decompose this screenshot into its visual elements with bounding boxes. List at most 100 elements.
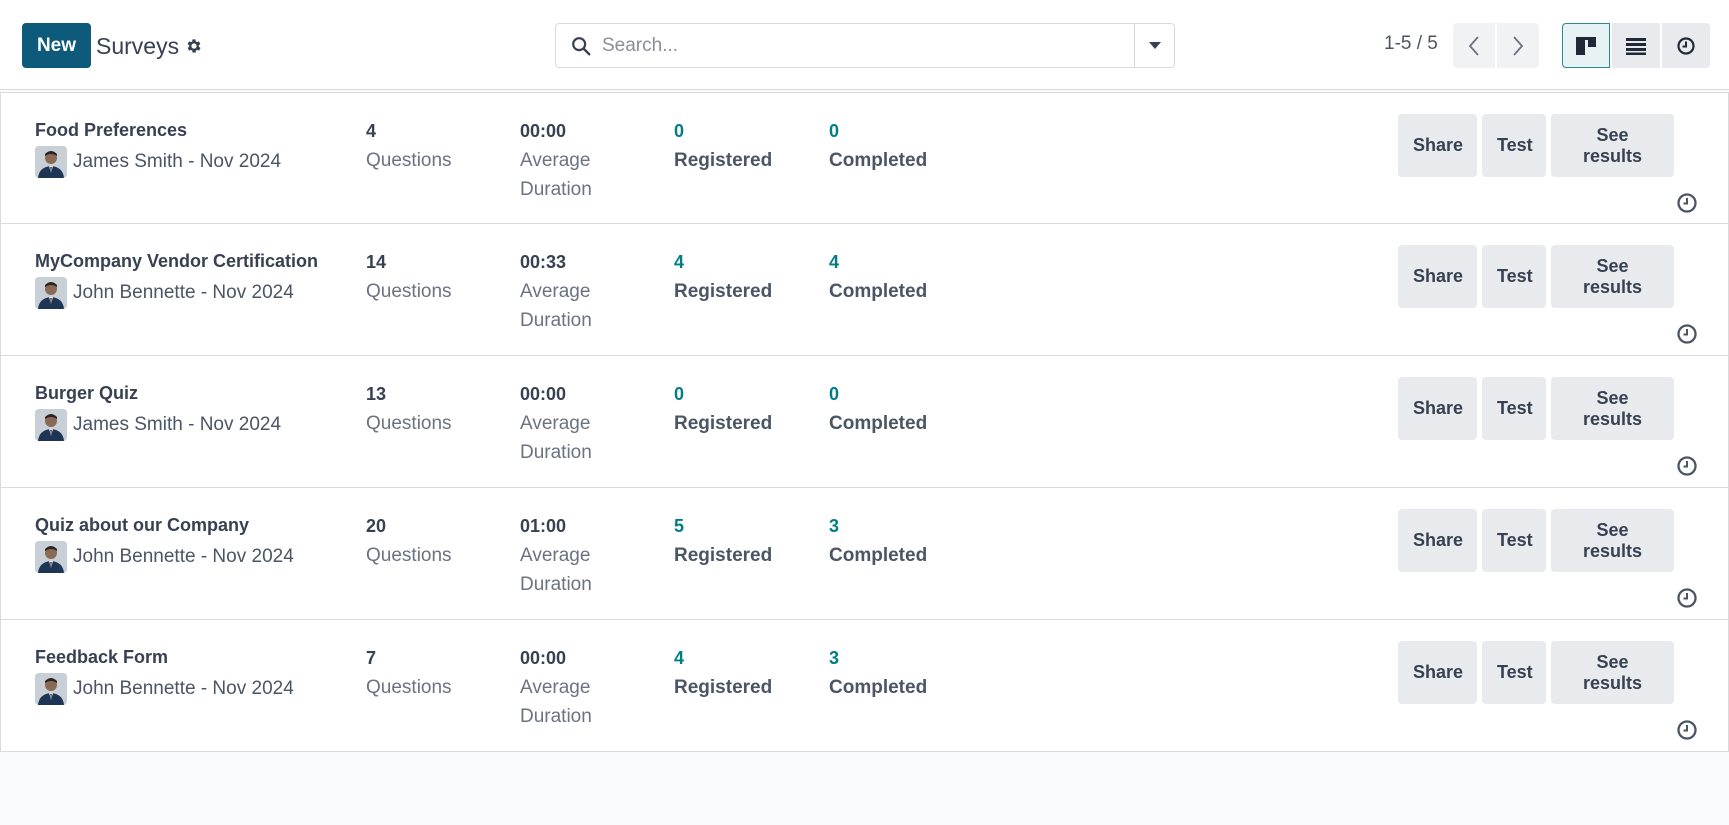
survey-card[interactable]: Feedback Form John Bennette - Nov 2024 7…: [0, 620, 1729, 752]
new-button[interactable]: New: [22, 23, 91, 68]
registered-label[interactable]: Registered: [674, 673, 772, 702]
registered-count[interactable]: 0: [674, 383, 772, 405]
completed-label[interactable]: Completed: [829, 146, 927, 175]
clock-icon: [1677, 36, 1695, 55]
registered-label[interactable]: Registered: [674, 541, 772, 570]
see-results-button[interactable]: See results: [1551, 245, 1674, 308]
duration-stat: 00:33 Average Duration: [520, 251, 610, 335]
list-view-button[interactable]: [1612, 23, 1660, 68]
duration-label: Duration: [520, 706, 592, 727]
completed-stat[interactable]: 0 Completed: [829, 120, 927, 175]
clock-icon[interactable]: [1676, 455, 1698, 477]
test-button[interactable]: Test: [1482, 377, 1546, 440]
questions-stat: 7 Questions: [366, 647, 452, 702]
survey-author-name: James Smith - Nov 2024: [73, 414, 282, 435]
average-label: Average: [520, 413, 591, 434]
search-options-toggle[interactable]: [1134, 24, 1174, 67]
completed-stat[interactable]: 0 Completed: [829, 383, 927, 438]
pager-value[interactable]: 1-5 / 5: [1384, 33, 1438, 55]
questions-stat: 4 Questions: [366, 120, 452, 175]
kanban-view-icon: [1576, 36, 1596, 55]
registered-label[interactable]: Registered: [674, 409, 772, 438]
see-results-button[interactable]: See results: [1551, 509, 1674, 572]
completed-count[interactable]: 4: [829, 251, 927, 273]
survey-author: James Smith - Nov 2024: [35, 409, 281, 441]
clock-icon[interactable]: [1676, 192, 1698, 214]
completed-count[interactable]: 0: [829, 383, 927, 405]
duration-label: Duration: [520, 179, 592, 200]
questions-count: 14: [366, 252, 387, 272]
clock-icon[interactable]: [1676, 587, 1698, 609]
registered-label[interactable]: Registered: [674, 277, 772, 306]
survey-author-name: John Bennette - Nov 2024: [73, 282, 294, 303]
questions-label: Questions: [366, 413, 452, 434]
completed-label[interactable]: Completed: [829, 673, 927, 702]
share-button[interactable]: Share: [1398, 245, 1477, 308]
see-results-button[interactable]: See results: [1551, 377, 1674, 440]
control-panel: New Surveys 1-5 / 5: [0, 0, 1729, 90]
test-button[interactable]: Test: [1482, 641, 1546, 704]
completed-count[interactable]: 3: [829, 515, 927, 537]
clock-icon[interactable]: [1676, 719, 1698, 741]
average-duration: 00:00: [520, 121, 567, 141]
pager-next-button[interactable]: [1497, 23, 1539, 68]
survey-title: Burger Quiz: [35, 383, 139, 403]
registered-stat[interactable]: 0 Registered: [674, 383, 772, 438]
survey-card[interactable]: Quiz about our Company John Bennette - N…: [0, 488, 1729, 620]
pager-buttons: [1453, 23, 1539, 68]
share-button[interactable]: Share: [1398, 641, 1477, 704]
survey-author: John Bennette - Nov 2024: [35, 277, 294, 309]
survey-actions: Share Test See results: [1398, 114, 1674, 177]
survey-kanban-list: Food Preferences James Smith - Nov 2024 …: [0, 92, 1729, 752]
clock-icon[interactable]: [1676, 323, 1698, 345]
list-view-icon: [1626, 37, 1646, 55]
completed-stat[interactable]: 3 Completed: [829, 647, 927, 702]
search-input[interactable]: [592, 24, 1134, 67]
breadcrumb: Surveys: [96, 30, 203, 62]
registered-count[interactable]: 4: [674, 647, 772, 669]
completed-stat[interactable]: 4 Completed: [829, 251, 927, 306]
see-results-button[interactable]: See results: [1551, 641, 1674, 704]
completed-count[interactable]: 0: [829, 120, 927, 142]
test-button[interactable]: Test: [1482, 509, 1546, 572]
questions-stat: 14 Questions: [366, 251, 452, 306]
view-switcher: [1562, 23, 1710, 68]
survey-actions: Share Test See results: [1398, 377, 1674, 440]
share-button[interactable]: Share: [1398, 114, 1477, 177]
registered-stat[interactable]: 5 Registered: [674, 515, 772, 570]
survey-card[interactable]: Food Preferences James Smith - Nov 2024 …: [0, 92, 1729, 224]
see-results-button[interactable]: See results: [1551, 114, 1674, 177]
survey-card[interactable]: MyCompany Vendor Certification John Benn…: [0, 224, 1729, 356]
share-button[interactable]: Share: [1398, 509, 1477, 572]
pager-previous-button[interactable]: [1453, 23, 1495, 68]
survey-actions: Share Test See results: [1398, 245, 1674, 308]
activity-view-button[interactable]: [1662, 23, 1710, 68]
registered-count[interactable]: 0: [674, 120, 772, 142]
kanban-view-button[interactable]: [1562, 23, 1610, 68]
registered-stat[interactable]: 4 Registered: [674, 251, 772, 306]
completed-label[interactable]: Completed: [829, 541, 927, 570]
avatar: [35, 673, 67, 705]
gear-icon[interactable]: [185, 37, 203, 55]
share-button[interactable]: Share: [1398, 377, 1477, 440]
registered-count[interactable]: 5: [674, 515, 772, 537]
test-button[interactable]: Test: [1482, 114, 1546, 177]
duration-stat: 00:00 Average Duration: [520, 120, 610, 204]
registered-stat[interactable]: 4 Registered: [674, 647, 772, 702]
average-label: Average: [520, 150, 591, 171]
questions-count: 20: [366, 516, 387, 536]
survey-author-name: John Bennette - Nov 2024: [73, 678, 294, 699]
completed-stat[interactable]: 3 Completed: [829, 515, 927, 570]
registered-stat[interactable]: 0 Registered: [674, 120, 772, 175]
registered-count[interactable]: 4: [674, 251, 772, 273]
test-button[interactable]: Test: [1482, 245, 1546, 308]
caret-down-icon: [1148, 42, 1161, 49]
completed-count[interactable]: 3: [829, 647, 927, 669]
completed-label[interactable]: Completed: [829, 277, 927, 306]
average-duration: 01:00: [520, 516, 567, 536]
survey-card[interactable]: Burger Quiz James Smith - Nov 2024 13 Qu…: [0, 356, 1729, 488]
search-bar: [555, 23, 1175, 68]
completed-label[interactable]: Completed: [829, 409, 927, 438]
registered-label[interactable]: Registered: [674, 146, 772, 175]
average-label: Average: [520, 281, 591, 302]
